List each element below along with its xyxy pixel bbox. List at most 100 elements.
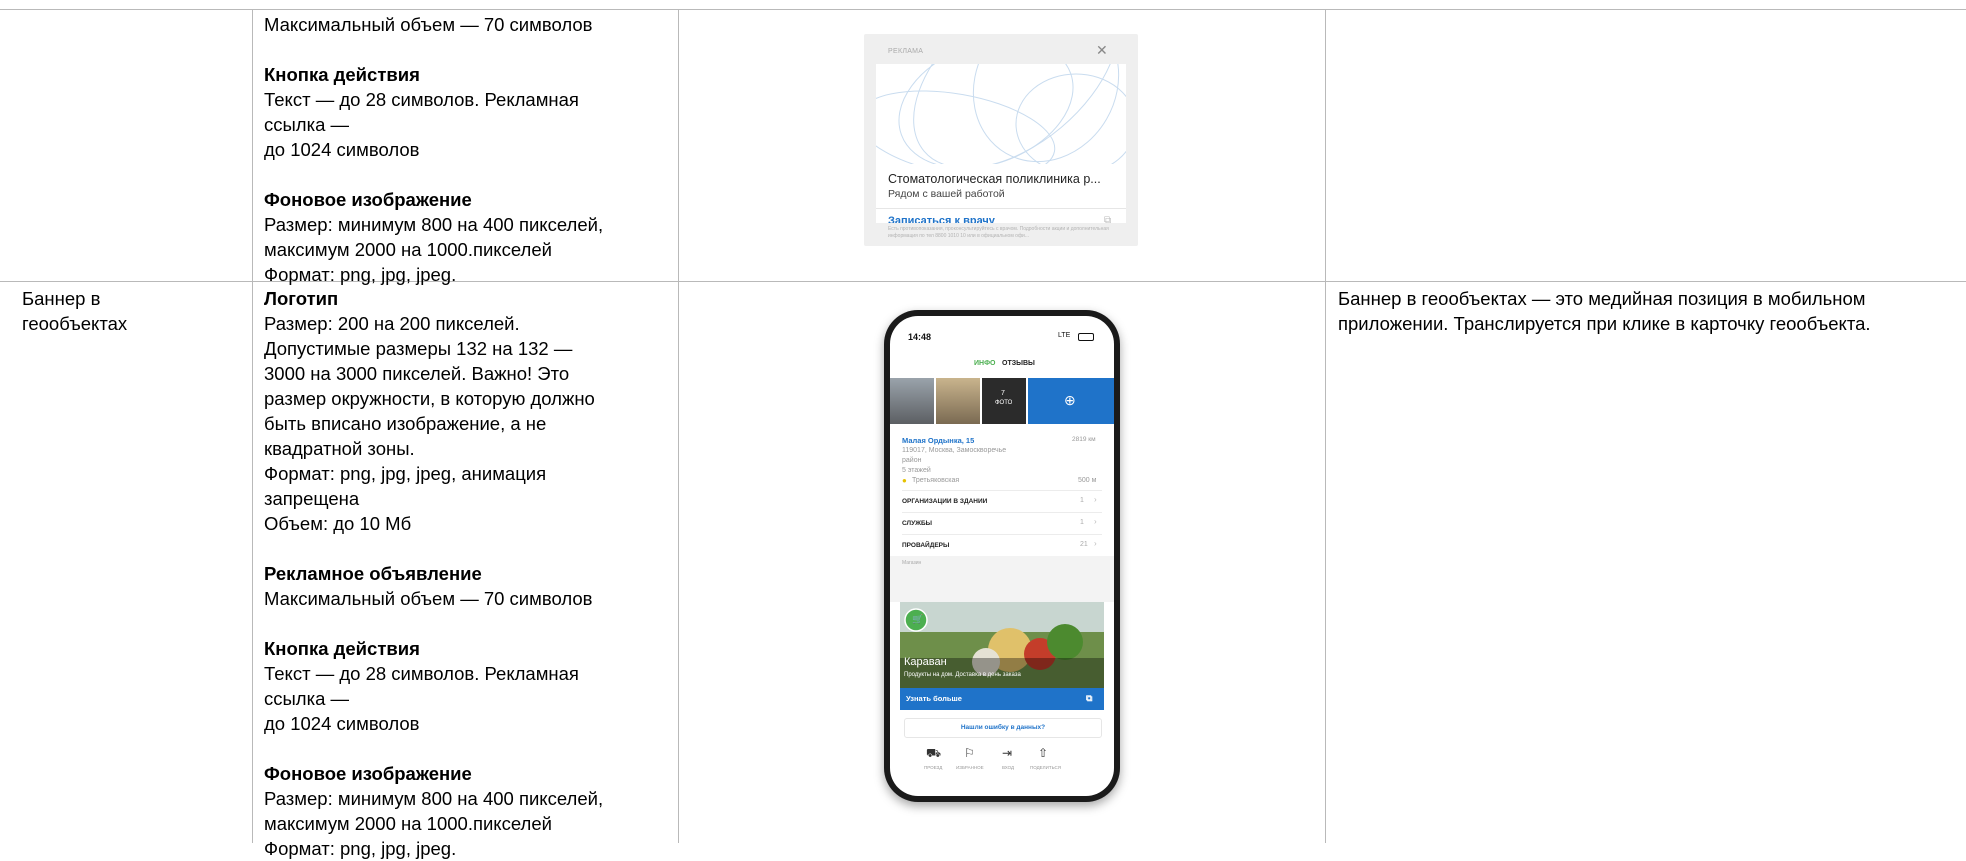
divider <box>902 490 1102 491</box>
logo-line: быть вписано изображение, а не <box>264 413 547 434</box>
logo-line: Размер: 200 на 200 пикселей. <box>264 313 520 334</box>
format-name-line: геообъектах <box>22 313 128 334</box>
external-link-icon: ⧉ <box>1086 693 1093 703</box>
ad-title: Стоматологическая поликлиника р... <box>888 172 1101 186</box>
nav-label: ВХОД <box>1002 765 1015 770</box>
ad-tag: РЕКЛАМА <box>888 48 924 55</box>
metro-distance: 500 м <box>1078 477 1097 484</box>
chevron-right-icon: › <box>1094 517 1097 526</box>
cta-line: Текст — до 28 символов. Рекламная <box>264 89 579 110</box>
ad-card: Стоматологическая поликлиника р... Рядом… <box>876 64 1126 223</box>
report-error-link[interactable]: Нашли ошибку в данных? <box>904 718 1102 738</box>
bookmark-icon[interactable]: ⚐ <box>964 746 975 760</box>
photo-thumb[interactable] <box>890 378 934 424</box>
section-background <box>890 556 1114 602</box>
ad-disclaimer: Есть противопоказания, проконсультируйте… <box>888 226 1109 239</box>
photo-thumb[interactable] <box>936 378 980 424</box>
nav-label: ПРОЕЗД <box>924 765 943 770</box>
section-caption: Магазин <box>902 560 922 566</box>
share-icon[interactable]: ⇧ <box>1038 746 1048 760</box>
info-row-label[interactable]: ПРОВАЙДЕРЫ <box>902 542 949 549</box>
entrance-icon[interactable]: ⇥ <box>1002 746 1012 760</box>
metro-station: Третьяковская <box>912 477 960 484</box>
metro-icon: ● <box>902 476 907 485</box>
photo-more[interactable]: 7 ФОТО <box>982 378 1026 424</box>
chevron-right-icon: › <box>1094 539 1097 548</box>
divider <box>876 208 1126 209</box>
chevron-right-icon: › <box>1094 495 1097 504</box>
ad-preview: РЕКЛАМА ✕ Стоматологическая поликлиника … <box>864 34 1138 246</box>
logo-line: 3000 на 3000 пикселей. Важно! Это <box>264 363 570 384</box>
address-line: район <box>902 457 922 464</box>
status-network: LTE <box>1058 332 1071 339</box>
banner-cta-button[interactable]: Узнать больше ⧉ <box>900 688 1104 710</box>
route-icon[interactable]: ⛟ <box>926 746 941 762</box>
ad-subtitle: Рядом с вашей работой <box>888 188 1005 200</box>
add-photo-button[interactable]: ⊕ <box>1028 378 1114 424</box>
bg-heading: Фоновое изображение <box>264 189 472 210</box>
bg-line: Размер: минимум 800 на 400 пикселей, <box>264 788 604 809</box>
description-line: приложении. Транслируется при клике в ка… <box>1338 313 1871 334</box>
address-line: 119017, Москва, Замоскворечье <box>902 447 1007 454</box>
bg-line: Формат: png, jpg, jpeg. <box>264 264 457 285</box>
info-row-count: 1 <box>1080 497 1084 504</box>
nav-label: ПОДЕЛИТЬСЯ <box>1030 765 1061 770</box>
cta-line: до 1024 символов <box>264 713 420 734</box>
row2-specs-cell: Логотип Размер: 200 на 200 пикселей. Доп… <box>264 286 603 861</box>
logo-heading: Логотип <box>264 288 339 309</box>
divider <box>902 534 1102 535</box>
row2-description-cell: Баннер в геообъектах — это медийная пози… <box>1338 286 1871 336</box>
ad-text-volume: Максимальный объем — 70 символов <box>264 14 593 35</box>
cart-icon: 🛒 <box>912 614 924 624</box>
divider <box>902 512 1102 513</box>
cta-heading: Кнопка действия <box>264 64 420 85</box>
cta-line: Текст — до 28 символов. Рекламная <box>264 663 579 684</box>
row1-specs-cell: Максимальный объем — 70 символов Кнопка … <box>264 12 603 287</box>
bg-line: максимум 2000 на 1000.пикселей <box>264 239 552 260</box>
external-link-icon: ⧉ <box>1104 215 1112 223</box>
bg-line: максимум 2000 на 1000.пикселей <box>264 813 552 834</box>
ad-text-volume: Максимальный объем — 70 символов <box>264 588 593 609</box>
distance: 2819 км <box>1072 436 1096 443</box>
logo-line: Объем: до 10 Мб <box>264 513 412 534</box>
logo-line: запрещена <box>264 488 360 509</box>
logo-line: квадратной зоны. <box>264 438 415 459</box>
ad-heading: Рекламное объявление <box>264 563 482 584</box>
requirements-table: Максимальный объем — 70 символов Кнопка … <box>0 0 1966 859</box>
battery-icon <box>1078 333 1094 341</box>
column-divider <box>678 10 679 843</box>
banner-cta-label: Узнать больше <box>906 694 962 703</box>
ad-cta-link[interactable]: Записаться к врачу <box>888 215 995 223</box>
info-row-count: 1 <box>1080 519 1084 526</box>
info-row-label[interactable]: ОРГАНИЗАЦИИ В ЗДАНИИ <box>902 498 987 505</box>
address-line: 5 этажей <box>902 467 931 474</box>
banner-title: Караван <box>904 656 947 668</box>
banner-subtitle: Продукты на дом. Доставка в день заказа <box>904 672 1021 678</box>
status-time: 14:48 <box>908 332 932 342</box>
close-icon: ✕ <box>1096 42 1108 58</box>
bg-heading: Фоновое изображение <box>264 763 472 784</box>
row2-name-cell: Баннер в геообъектах <box>22 286 127 336</box>
cta-line: ссылка — <box>264 688 350 709</box>
logo-line: Допустимые размеры 132 на 132 — <box>264 338 573 359</box>
format-name-line: Баннер в <box>22 288 101 309</box>
column-divider <box>252 10 253 843</box>
info-row-count: 21 <box>1080 541 1088 548</box>
photo-label: ФОТО <box>995 400 1013 406</box>
cta-heading: Кнопка действия <box>264 638 420 659</box>
phone-mockup: 14:48 LTE ИНФО ОТЗЫВЫ 7 ФОТО ⊕ Малая Орд… <box>884 310 1120 802</box>
geo-banner[interactable]: 🛒 Караван Продукты на дом. Доставка в де… <box>900 602 1104 688</box>
nav-label: ИЗБРАННОЕ <box>956 765 984 770</box>
tab-reviews[interactable]: ОТЗЫВЫ <box>1002 360 1035 367</box>
address: Малая Ордынка, 15 <box>902 436 975 445</box>
info-row-label[interactable]: СЛУЖБЫ <box>902 520 932 527</box>
bg-line: Размер: минимум 800 на 400 пикселей, <box>264 214 604 235</box>
cta-line: до 1024 символов <box>264 139 420 160</box>
photo-count: 7 <box>1001 390 1005 397</box>
logo-line: Формат: png, jpg, jpeg, анимация <box>264 463 547 484</box>
cta-line: ссылка — <box>264 114 350 135</box>
tab-info[interactable]: ИНФО <box>974 360 996 367</box>
camera-plus-icon: ⊕ <box>1064 392 1076 408</box>
description-line: Баннер в геообъектах — это медийная пози… <box>1338 288 1866 309</box>
bg-line: Формат: png, jpg, jpeg. <box>264 838 457 859</box>
